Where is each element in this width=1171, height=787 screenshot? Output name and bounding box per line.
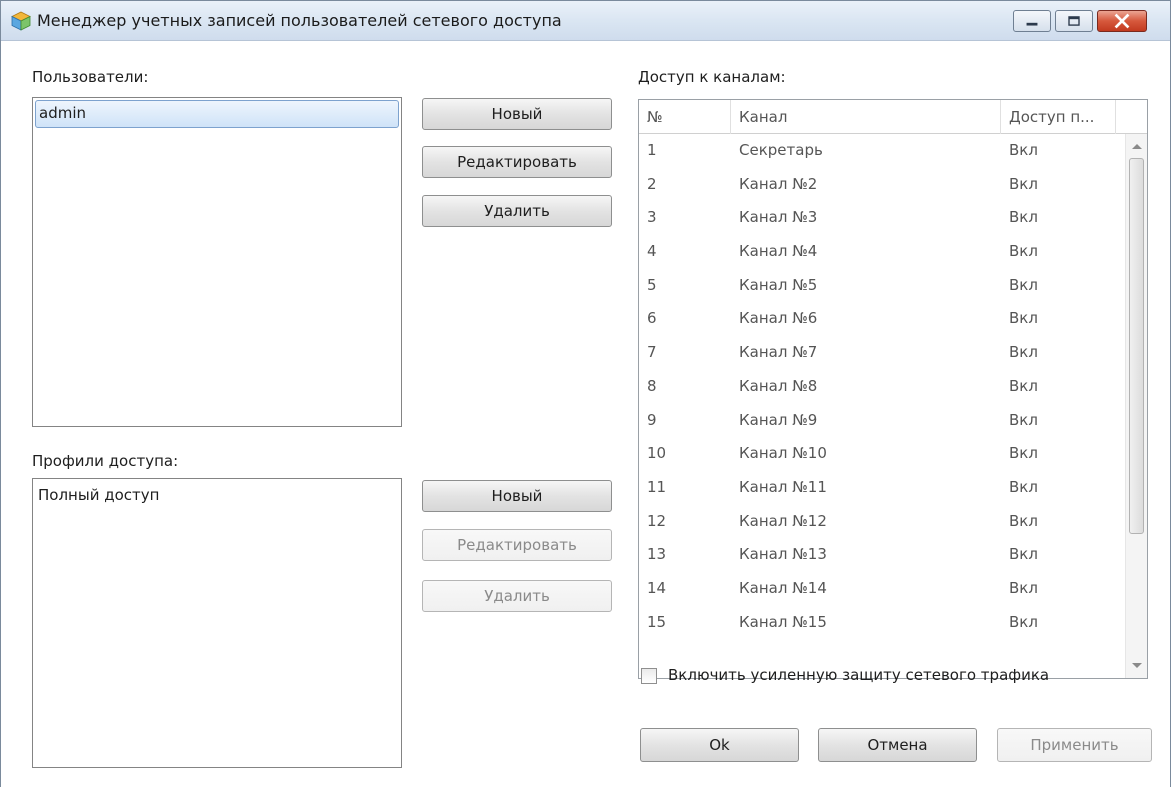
cell-access: Вкл: [1009, 511, 1038, 530]
cell-access: Вкл: [1009, 410, 1038, 429]
cell-channel: Канал №4: [739, 242, 818, 261]
cell-access: Вкл: [1009, 208, 1038, 227]
cell-number: 13: [647, 545, 667, 564]
cell-number: 14: [647, 578, 667, 597]
cell-number: 2: [647, 174, 657, 193]
channels-table[interactable]: № Канал Доступ п... 1 Секретарь Вкл 2 Канал …: [638, 99, 1148, 679]
apply-button[interactable]: Применить: [997, 728, 1152, 762]
delete-user-button[interactable]: Удалить: [422, 195, 612, 227]
profiles-label: Профили доступа:: [32, 452, 179, 470]
table-row[interactable]: 15 Канал №15 Вкл: [639, 606, 1124, 640]
column-number[interactable]: №: [639, 100, 731, 134]
cell-channel: Канал №9: [739, 410, 818, 429]
cell-access: Вкл: [1009, 275, 1038, 294]
table-row[interactable]: 8 Канал №8 Вкл: [639, 370, 1124, 404]
cell-access: Вкл: [1009, 545, 1038, 564]
cell-channel: Канал №11: [739, 477, 827, 496]
protection-checkbox-label[interactable]: Включить усиленную защиту сетевого трафи…: [668, 666, 1049, 684]
cell-channel: Канал №12: [739, 511, 827, 530]
cell-channel: Канал №14: [739, 578, 827, 597]
table-row[interactable]: 2 Канал №2 Вкл: [639, 168, 1124, 202]
dialog-body: Пользователи: admin Новый Редактировать …: [1, 42, 1170, 787]
table-row[interactable]: 1 Секретарь Вкл: [639, 134, 1124, 168]
cell-number: 10: [647, 444, 667, 463]
cell-channel: Канал №10: [739, 444, 827, 463]
maximize-button[interactable]: [1055, 10, 1093, 32]
cell-number: 15: [647, 612, 667, 631]
column-access[interactable]: Доступ п...: [1001, 100, 1116, 134]
cell-number: 11: [647, 477, 667, 496]
users-list[interactable]: admin: [32, 97, 402, 427]
edit-profile-button[interactable]: Редактировать: [422, 529, 612, 561]
cell-channel: Канал №2: [739, 174, 818, 193]
cell-number: 4: [647, 242, 657, 261]
cell-access: Вкл: [1009, 174, 1038, 193]
window-title: Менеджер учетных записей пользователей с…: [37, 11, 562, 30]
table-row[interactable]: 11 Канал №11 Вкл: [639, 471, 1124, 505]
cell-access: Вкл: [1009, 242, 1038, 261]
cell-channel: Канал №7: [739, 343, 818, 362]
cell-number: 6: [647, 309, 657, 328]
cell-access: Вкл: [1009, 343, 1038, 362]
close-button[interactable]: [1097, 10, 1147, 32]
cell-channel: Канал №3: [739, 208, 818, 227]
cell-channel: Канал №8: [739, 376, 818, 395]
maximize-icon: [1068, 16, 1080, 26]
cell-number: 7: [647, 343, 657, 362]
table-row[interactable]: 14 Канал №14 Вкл: [639, 572, 1124, 606]
table-header: № Канал Доступ п...: [639, 100, 1147, 134]
minimize-icon: [1026, 22, 1038, 26]
column-channel[interactable]: Канал: [731, 100, 1001, 134]
table-row[interactable]: 10 Канал №10 Вкл: [639, 437, 1124, 471]
cancel-button[interactable]: Отмена: [818, 728, 977, 762]
profile-item-full-access[interactable]: Полный доступ: [35, 483, 399, 511]
table-row[interactable]: 5 Канал №5 Вкл: [639, 269, 1124, 303]
close-icon: [1114, 13, 1130, 29]
profiles-list[interactable]: Полный доступ: [32, 478, 402, 768]
table-row[interactable]: 7 Канал №7 Вкл: [639, 336, 1124, 370]
table-row[interactable]: 13 Канал №13 Вкл: [639, 538, 1124, 572]
minimize-button[interactable]: [1013, 10, 1051, 32]
cell-number: 5: [647, 275, 657, 294]
table-rows: 1 Секретарь Вкл 2 Канал №2 Вкл 3 Канал №3 Вкл 4 Ка…: [639, 134, 1124, 639]
cell-access: Вкл: [1009, 141, 1038, 159]
channels-label: Доступ к каналам:: [638, 68, 786, 86]
table-row[interactable]: 9 Канал №9 Вкл: [639, 404, 1124, 438]
table-row[interactable]: 12 Канал №12 Вкл: [639, 505, 1124, 539]
cell-number: 1: [647, 141, 657, 159]
ok-button[interactable]: Ok: [640, 728, 799, 762]
title-bar[interactable]: Менеджер учетных записей пользователей с…: [1, 1, 1170, 41]
cell-access: Вкл: [1009, 578, 1038, 597]
cell-access: Вкл: [1009, 612, 1038, 631]
scroll-thumb[interactable]: [1129, 158, 1144, 534]
users-label: Пользователи:: [32, 68, 149, 86]
cell-access: Вкл: [1009, 444, 1038, 463]
table-row[interactable]: 3 Канал №3 Вкл: [639, 201, 1124, 235]
user-item-admin[interactable]: admin: [35, 100, 399, 128]
table-row[interactable]: 6 Канал №6 Вкл: [639, 302, 1124, 336]
cell-channel: Канал №13: [739, 545, 827, 564]
cell-number: 8: [647, 376, 657, 395]
new-user-button[interactable]: Новый: [422, 98, 612, 130]
edit-user-button[interactable]: Редактировать: [422, 146, 612, 178]
cell-number: 12: [647, 511, 667, 530]
protection-checkbox[interactable]: [641, 668, 657, 684]
account-manager-window: Менеджер учетных записей пользователей с…: [0, 0, 1171, 787]
scroll-down-icon[interactable]: [1132, 663, 1142, 668]
cell-channel: Канал №5: [739, 275, 818, 294]
delete-profile-button[interactable]: Удалить: [422, 580, 612, 612]
table-scrollbar[interactable]: [1125, 134, 1147, 678]
table-row[interactable]: 4 Канал №4 Вкл: [639, 235, 1124, 269]
cell-number: 3: [647, 208, 657, 227]
cell-channel: Канал №6: [739, 309, 818, 328]
new-profile-button[interactable]: Новый: [422, 480, 612, 512]
cell-number: 9: [647, 410, 657, 429]
cell-channel: Секретарь: [739, 141, 823, 159]
cell-access: Вкл: [1009, 477, 1038, 496]
cell-channel: Канал №15: [739, 612, 827, 631]
cube-app-icon: [11, 11, 31, 31]
cell-access: Вкл: [1009, 309, 1038, 328]
scroll-up-icon[interactable]: [1132, 144, 1142, 149]
cell-access: Вкл: [1009, 376, 1038, 395]
